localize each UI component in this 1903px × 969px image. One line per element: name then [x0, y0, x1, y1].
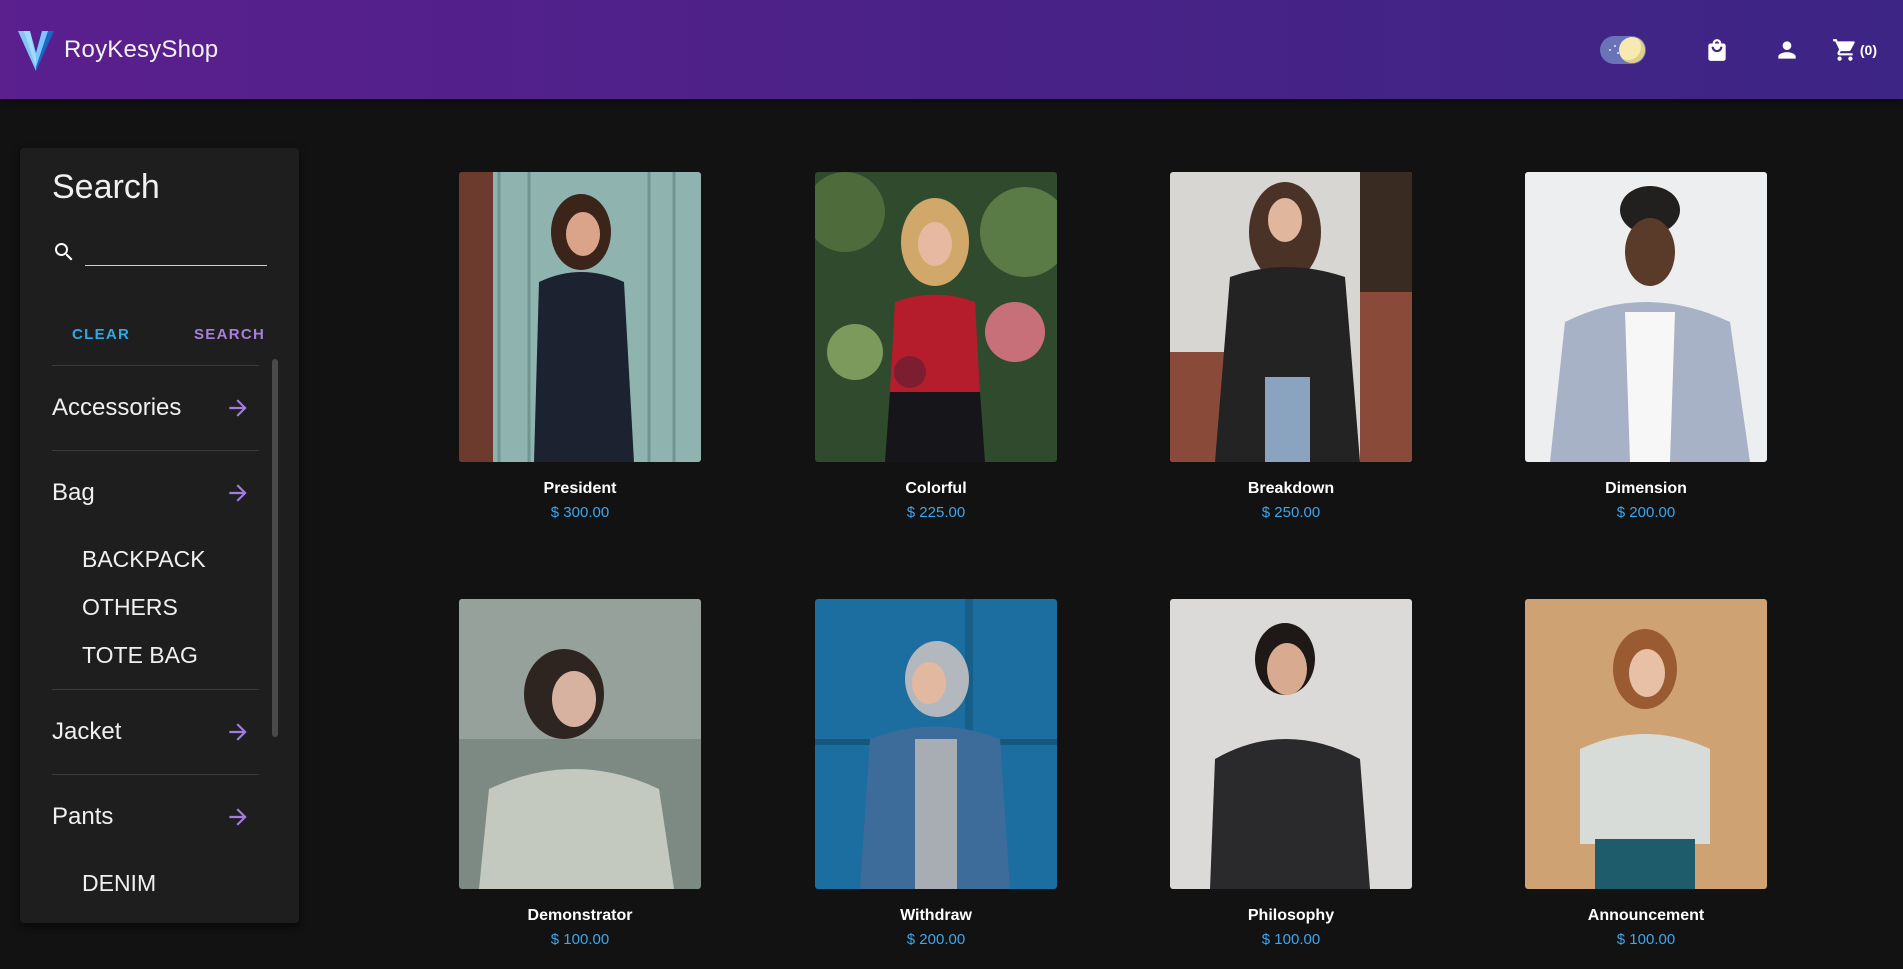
arrow-right-icon — [225, 719, 251, 745]
product-price: $ 100.00 — [1616, 931, 1676, 948]
product-card[interactable]: Philosophy $ 100.00 — [1170, 599, 1412, 948]
arrow-right-icon — [225, 480, 251, 506]
product-name: Colorful — [905, 480, 967, 497]
product-name: Breakdown — [1247, 480, 1335, 497]
account-icon — [1778, 40, 1796, 59]
product-card[interactable]: Colorful $ 225.00 — [815, 172, 1057, 521]
subcategory-tote-bag[interactable]: TOTE BAG — [82, 631, 267, 679]
product-card[interactable]: Dimension $ 200.00 — [1525, 172, 1767, 521]
product-image — [815, 172, 1057, 462]
cart-icon — [1832, 38, 1855, 61]
shop-button[interactable] — [1693, 26, 1741, 74]
search-button[interactable]: SEARCH — [182, 316, 277, 352]
moon-icon — [1618, 36, 1645, 63]
dark-mode-toggle[interactable] — [1599, 35, 1646, 64]
clear-button[interactable]: CLEAR — [60, 316, 142, 352]
product-price: $ 100.00 — [550, 931, 610, 948]
cart-count: (0) — [1859, 41, 1877, 58]
product-price: $ 250.00 — [1261, 504, 1321, 521]
vuetify-logo-icon — [18, 30, 54, 71]
product-image — [459, 172, 701, 462]
product-card[interactable]: Withdraw $ 200.00 — [815, 599, 1057, 948]
product-image — [1170, 172, 1412, 462]
product-image — [1170, 599, 1412, 889]
bag-subcategory-list: BACKPACK OTHERS TOTE BAG — [52, 535, 267, 689]
sidebar-title: Search — [52, 168, 160, 206]
account-button[interactable] — [1763, 26, 1811, 74]
category-label: Pants — [52, 803, 114, 830]
product-card[interactable]: Announcement $ 100.00 — [1525, 599, 1767, 948]
product-name: President — [543, 480, 617, 497]
product-name: Announcement — [1587, 907, 1705, 924]
subcategory-backpack[interactable]: BACKPACK — [82, 535, 267, 583]
category-label: Accessories — [52, 394, 182, 421]
product-price: $ 100.00 — [1261, 931, 1321, 948]
search-sidebar: Search CLEAR SEARCH Accessories Bag BACK… — [20, 148, 299, 923]
category-label: Jacket — [52, 718, 122, 745]
arrow-right-icon — [225, 804, 251, 830]
product-image — [1525, 599, 1767, 889]
category-scrollbar[interactable] — [272, 359, 278, 737]
category-label: Bag — [52, 479, 95, 506]
category-list: Accessories Bag BACKPACK OTHERS TOTE BAG… — [52, 365, 267, 923]
product-price: $ 200.00 — [906, 931, 966, 948]
product-price: $ 200.00 — [1616, 504, 1676, 521]
product-name: Philosophy — [1247, 907, 1335, 924]
product-image — [1525, 172, 1767, 462]
arrow-right-icon — [225, 395, 251, 421]
category-accessories[interactable]: Accessories — [52, 366, 267, 450]
cart-button[interactable]: (0) — [1832, 37, 1877, 63]
category-jacket[interactable]: Jacket — [52, 690, 267, 774]
product-name: Withdraw — [900, 907, 972, 924]
product-image — [815, 599, 1057, 889]
product-card[interactable]: Demonstrator $ 100.00 — [459, 599, 701, 948]
product-name: Dimension — [1605, 480, 1687, 497]
subcategory-denim[interactable]: DENIM — [82, 859, 267, 907]
category-bag[interactable]: Bag — [52, 451, 267, 535]
product-card[interactable]: President $ 300.00 — [459, 172, 701, 521]
app-bar: RoyKesyShop (0) — [0, 0, 1903, 99]
search-input[interactable] — [85, 236, 267, 266]
brand-link[interactable]: RoyKesyShop — [16, 27, 218, 73]
category-pants[interactable]: Pants — [52, 775, 267, 859]
search-icon — [52, 240, 76, 264]
pants-subcategory-list: DENIM — [52, 859, 267, 917]
product-name: Demonstrator — [527, 907, 633, 924]
shopping-bag-icon — [1708, 38, 1726, 61]
product-price: $ 225.00 — [906, 504, 966, 521]
product-image — [459, 599, 701, 889]
product-card[interactable]: Breakdown $ 250.00 — [1170, 172, 1412, 521]
header-actions: (0) — [1599, 0, 1903, 99]
subcategory-others[interactable]: OTHERS — [82, 583, 267, 631]
product-price: $ 300.00 — [550, 504, 610, 521]
brand-name: RoyKesyShop — [64, 35, 219, 63]
